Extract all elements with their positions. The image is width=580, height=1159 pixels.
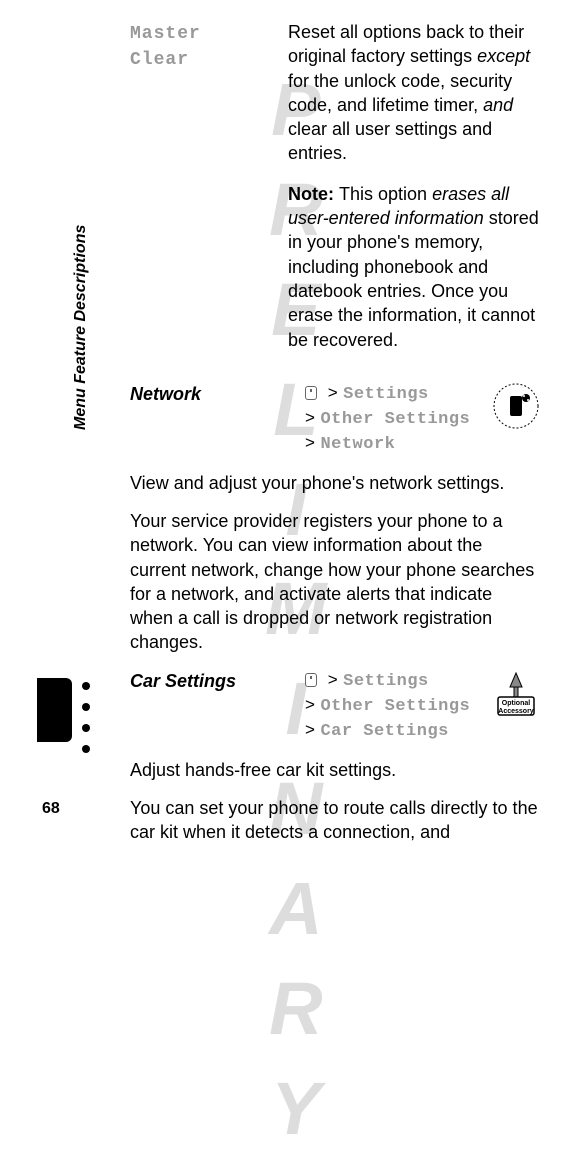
chevron: > <box>305 433 320 452</box>
text: clear all user settings and entries. <box>288 119 492 163</box>
network-para-1: View and adjust your phone's network set… <box>130 471 540 495</box>
master-clear-desc: Reset all options back to their original… <box>288 20 540 166</box>
car-title: Car Settings <box>130 669 295 693</box>
page-content: Master Clear Reset all options back to t… <box>0 0 580 832</box>
svg-text:Optional: Optional <box>502 700 530 707</box>
car-para-2: You can set your phone to route calls di… <box>130 796 540 845</box>
network-dependent-badge-icon <box>492 382 540 430</box>
text-italic: except <box>477 46 530 66</box>
menu-icon <box>305 386 317 400</box>
bc-network: Network <box>320 435 395 454</box>
bc-settings: Settings <box>343 385 429 404</box>
bc-other-settings: Other Settings <box>320 410 470 429</box>
optional-accessory-badge-icon: Optional Accessory <box>492 669 540 717</box>
network-para-2: Your service provider registers your pho… <box>130 509 540 655</box>
menu-icon <box>305 673 317 687</box>
note-label: Note: <box>288 184 339 204</box>
bc-settings: Settings <box>343 672 429 691</box>
chevron: > <box>328 383 343 402</box>
chevron: > <box>305 408 320 427</box>
text: for the unlock code, security code, and … <box>288 71 512 115</box>
car-heading: Car Settings >Settings >Other Settings >… <box>130 669 540 744</box>
text-italic: and <box>483 95 513 115</box>
master-clear-label: Master Clear <box>130 24 201 70</box>
network-breadcrumb: >Settings >Other Settings >Network <box>305 382 482 457</box>
bc-car-settings: Car Settings <box>320 722 448 741</box>
svg-text:Accessory: Accessory <box>498 708 534 715</box>
network-heading: Network >Settings >Other Settings >Netwo… <box>130 382 540 457</box>
master-clear-row: Master Clear Reset all options back to t… <box>130 20 540 368</box>
master-clear-note: Note: This option erases all user-entere… <box>288 182 540 352</box>
bc-other-settings: Other Settings <box>320 697 470 716</box>
chevron: > <box>305 695 320 714</box>
car-breadcrumb: >Settings >Other Settings >Car Settings <box>305 669 482 744</box>
chevron: > <box>305 720 320 739</box>
chevron: > <box>328 670 343 689</box>
car-para-1: Adjust hands-free car kit settings. <box>130 758 540 782</box>
network-title: Network <box>130 382 295 406</box>
text: This option <box>339 184 432 204</box>
text: stored in your phone's memory, including… <box>288 208 539 349</box>
